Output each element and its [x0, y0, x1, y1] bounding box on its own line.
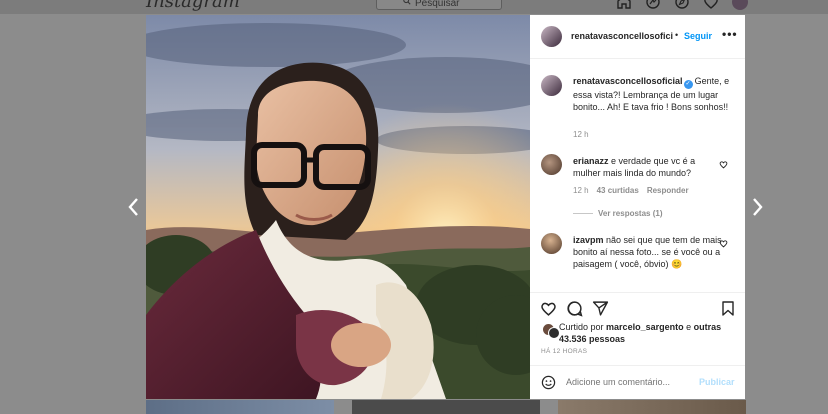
- search-placeholder: Pesquisar: [415, 0, 460, 9]
- post-photo[interactable]: [146, 15, 530, 399]
- actions-divider: [530, 292, 745, 293]
- liked-by-joiner: e: [686, 322, 692, 332]
- previous-post-arrow-icon[interactable]: [127, 196, 139, 218]
- comment-timestamp: 12 h: [573, 186, 589, 195]
- comment-likes[interactable]: 43 curtidas: [597, 186, 639, 195]
- caption-avatar[interactable]: [541, 75, 562, 96]
- comment-like-heart-icon[interactable]: [719, 160, 728, 169]
- comment-username[interactable]: izavpm: [573, 235, 604, 245]
- commenter-avatar[interactable]: [541, 233, 562, 254]
- author-username[interactable]: renatavasconcellosofici: [571, 31, 673, 41]
- thumbnail[interactable]: [146, 400, 334, 414]
- emoji-smiley-icon[interactable]: [541, 375, 556, 390]
- caption-username[interactable]: renatavasconcellosoficial: [573, 76, 683, 86]
- direct-icon[interactable]: [645, 0, 661, 10]
- post-caption: renatavasconcellosoficial ✓ Gente, e essa …: [573, 75, 738, 113]
- heart-icon[interactable]: [703, 0, 719, 10]
- top-navigation-bar: Instagram Pesquisar: [0, 0, 828, 14]
- save-bookmark-icon[interactable]: [720, 300, 736, 317]
- comment-like-heart-icon[interactable]: [719, 239, 728, 248]
- post-timestamp[interactable]: HÁ 12 HORAS: [541, 348, 587, 355]
- publish-button[interactable]: Publicar: [699, 377, 735, 387]
- commenter-avatar[interactable]: [541, 154, 562, 175]
- add-comment-input[interactable]: [566, 377, 696, 387]
- thumbnail[interactable]: [558, 400, 746, 414]
- smile-emoji: 😊: [671, 259, 683, 269]
- post-details-panel: renatavasconcellosofici • Seguir ••• ren…: [530, 15, 745, 399]
- next-post-arrow-icon[interactable]: [752, 196, 764, 218]
- author-avatar[interactable]: [541, 26, 562, 47]
- profile-avatar[interactable]: [732, 0, 748, 10]
- comment-item: izavpm não sei que que tem de mais bonit…: [573, 234, 723, 270]
- view-replies-button[interactable]: Ver respostas (1): [598, 209, 662, 218]
- like-heart-icon[interactable]: [540, 300, 557, 317]
- instagram-logo[interactable]: Instagram: [146, 0, 240, 12]
- add-comment-bar: Publicar: [530, 365, 745, 399]
- post-header: renatavasconcellosofici • Seguir •••: [530, 15, 745, 59]
- share-paper-plane-icon[interactable]: [592, 300, 609, 317]
- comment-meta: 12 h 43 curtidas Responder: [573, 186, 689, 195]
- replies-divider: [573, 213, 593, 214]
- caption-timestamp: 12 h: [573, 130, 589, 139]
- reply-button[interactable]: Responder: [647, 186, 689, 195]
- home-icon[interactable]: [616, 0, 632, 10]
- explore-icon[interactable]: [674, 0, 690, 10]
- liked-by-prefix: Curtido por: [559, 322, 604, 332]
- verified-badge-icon: ✓: [683, 80, 693, 89]
- thumbnail[interactable]: [352, 400, 540, 414]
- liked-by-summary: Curtido por marcelo_sargento e outras 43…: [559, 321, 739, 345]
- comment-username[interactable]: erianazz: [573, 156, 609, 166]
- search-icon: [403, 0, 411, 5]
- more-options-icon[interactable]: •••: [722, 27, 738, 41]
- liked-by-username[interactable]: marcelo_sargento: [606, 322, 684, 332]
- comment-bubble-icon[interactable]: [566, 300, 583, 317]
- search-input[interactable]: Pesquisar: [376, 0, 502, 10]
- follow-button[interactable]: Seguir: [684, 31, 712, 41]
- comment-item: erianazz e verdade que vc é a mulher mai…: [573, 155, 713, 179]
- more-posts-strip: [146, 400, 746, 414]
- separator-dot: •: [675, 30, 679, 40]
